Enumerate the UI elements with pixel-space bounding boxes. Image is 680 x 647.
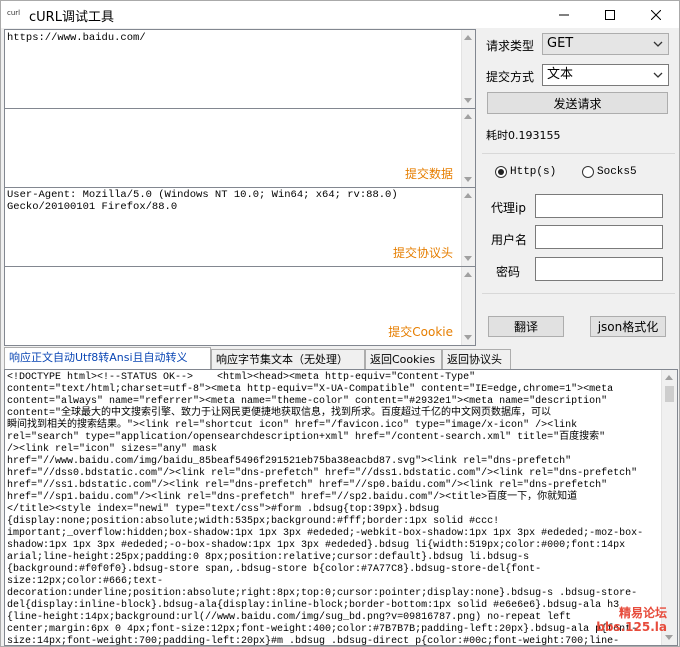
post-data-label: 提交数据 [404,167,453,181]
window-title: cURL调试工具 [29,10,114,25]
chevron-down-icon [653,72,663,78]
divider [482,153,675,154]
watermark-line2: bbs.125.la [596,620,667,634]
scroll-up-icon[interactable] [464,193,472,198]
scroll-up-icon[interactable] [464,114,472,119]
scroll-down-icon[interactable] [464,256,472,261]
send-request-button[interactable]: 发送请求 [487,92,668,114]
url-scrollbar[interactable] [461,30,475,108]
password-label: 密码 [496,265,521,279]
scroll-down-icon[interactable] [464,335,472,340]
scroll-up-icon[interactable] [464,272,472,277]
request-type-select[interactable]: GET [542,33,669,55]
maximize-icon [605,9,615,20]
request-type-label: 请求类型 [486,39,535,53]
title-bar: curl cURL调试工具 [1,1,679,28]
username-label: 用户名 [491,233,528,247]
proxy-ip-label: 代理ip [491,201,526,215]
headers-textarea[interactable]: User-Agent: Mozilla/5.0 (Windows NT 10.0… [4,187,476,267]
submit-mode-select[interactable]: 文本 [542,64,669,86]
app-logo-icon: curl [7,9,21,17]
settings-panel: 请求类型 GET 提交方式 文本 发送请求 耗时0.193155 Http(s)… [478,29,679,349]
watermark-line1: 精易论坛 [618,606,667,620]
tab-return-headers[interactable]: 返回协议头 [442,349,511,369]
submit-mode-value: 文本 [547,67,574,82]
response-scrollbar[interactable] [661,370,677,645]
http-proxy-radio[interactable] [495,166,507,178]
submit-mode-label: 提交方式 [486,70,535,84]
scroll-up-icon[interactable] [464,35,472,40]
password-input[interactable] [535,257,663,281]
close-icon [651,9,661,20]
elapsed-time: 耗时0.193155 [486,129,561,142]
app-window: curl cURL调试工具 https://www.baidu.com/ 提交数… [0,0,680,647]
divider [482,293,675,294]
tab-response-raw-bytes[interactable]: 响应字节集文本（无处理） [211,349,365,369]
url-text: https://www.baidu.com/ [7,32,146,44]
json-format-button[interactable]: json格式化 [590,316,666,337]
cookie-scrollbar[interactable] [461,267,475,345]
scroll-down-icon[interactable] [464,177,472,182]
response-body-text: <!DOCTYPE html><!--STATUS OK--> <html><h… [7,372,644,646]
close-button[interactable] [633,1,679,28]
scroll-up-icon[interactable] [665,375,673,380]
cookie-label: 提交Cookie [388,325,453,339]
minimize-button[interactable] [541,1,587,28]
request-type-value: GET [547,36,574,51]
post-data-textarea[interactable]: 提交数据 [4,108,476,188]
username-input[interactable] [535,225,663,249]
headers-scrollbar[interactable] [461,188,475,266]
maximize-button[interactable] [587,1,633,28]
translate-button[interactable]: 翻译 [488,316,564,337]
response-body-textarea[interactable]: <!DOCTYPE html><!--STATUS OK--> <html><h… [4,369,678,646]
headers-label: 提交协议头 [392,246,453,260]
tab-response-body-converted[interactable]: 响应正文自动Utf8转Ansi且自动转义 [4,347,211,369]
scroll-down-icon[interactable] [665,635,673,640]
socks5-proxy-label: Socks5 [597,166,637,178]
tab-return-cookies[interactable]: 返回Cookies [365,349,442,369]
chevron-down-icon [653,41,663,47]
proxy-ip-input[interactable] [535,194,663,218]
watermark: 精易论坛 bbs.125.la [596,606,667,634]
http-proxy-label: Http(s) [510,166,557,178]
scroll-down-icon[interactable] [464,98,472,103]
scroll-thumb[interactable] [665,386,674,402]
cookie-textarea[interactable]: 提交Cookie [4,266,476,346]
post-data-scrollbar[interactable] [461,109,475,187]
minimize-icon [559,14,569,15]
socks5-proxy-radio[interactable] [582,166,594,178]
headers-text: User-Agent: Mozilla/5.0 (Windows NT 10.0… [7,189,398,213]
url-textarea[interactable]: https://www.baidu.com/ [4,29,476,109]
